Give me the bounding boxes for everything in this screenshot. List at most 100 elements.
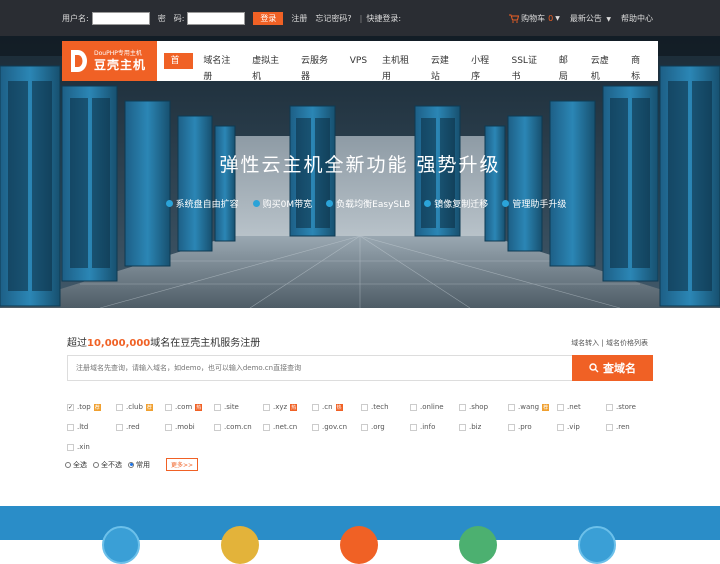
tld-checkbox[interactable]: .com.cn (214, 417, 263, 437)
tld-checkbox[interactable]: .pro (508, 417, 557, 437)
tld-checkbox[interactable]: .net (557, 397, 606, 417)
tld-checkbox[interactable]: .biz (459, 417, 508, 437)
announcements-dropdown[interactable]: 最新公告 ▼ (570, 13, 611, 24)
tld-badge: 热 (335, 403, 343, 411)
nav-item-cloud-vhost[interactable]: 云虚机 (586, 53, 621, 82)
domain-links[interactable]: 域名转入 | 域名价格列表 (571, 338, 648, 348)
service-icon[interactable] (459, 526, 497, 564)
login-button[interactable]: 登录 (253, 11, 284, 25)
checkbox-icon (459, 403, 466, 411)
checkbox-icon (508, 423, 515, 431)
checkbox-icon (361, 403, 368, 411)
tld-label: .top (77, 403, 91, 411)
service-icon[interactable] (578, 526, 616, 564)
tld-checkbox[interactable]: .wang 荐 (508, 397, 557, 417)
services-band (0, 506, 720, 564)
search-domain-button[interactable]: 查域名 (572, 355, 653, 381)
tld-checkbox[interactable]: ✓ .top 荐 (67, 397, 116, 417)
tld-checkbox[interactable]: .org (361, 417, 410, 437)
tld-checkbox[interactable]: .red (116, 417, 165, 437)
forgot-password-link[interactable]: 忘记密码? (315, 13, 351, 24)
hero-title: 弹性云主机全新功能 强势升级 (219, 154, 501, 176)
tld-label: .com (175, 403, 193, 411)
nav-item-mini-program[interactable]: 小程序 (466, 53, 501, 82)
feature-label: 管理助手升级 (512, 200, 567, 210)
tld-checkbox[interactable]: .mobi (165, 417, 214, 437)
cart-link[interactable]: 购物车 0 ▼ (509, 13, 560, 24)
feature-item: 购买0M带宽 (252, 197, 312, 210)
search-button-label: 查域名 (603, 362, 636, 375)
tld-checkbox[interactable]: .tech (361, 397, 410, 417)
tld-list: ✓ .top 荐 .club 荐 .com 热 .site .xyz 热 .cn 热 .tech .onl… (67, 397, 667, 457)
nav-item-site-builder[interactable]: 云建站 (426, 53, 461, 82)
tld-label: .xyz (273, 403, 288, 411)
tld-checkbox[interactable]: .site (214, 397, 263, 417)
tld-checkbox[interactable]: .xyz 热 (263, 397, 312, 417)
main-nav: DouPHP专用主机 豆壳主机 首页 域名注册 虚拟主机 云服务器 VPS 主机… (62, 41, 658, 82)
domain-search-input[interactable] (68, 356, 568, 380)
nav-item-home[interactable]: 首页 (164, 53, 194, 82)
tld-label: .gov.cn (322, 423, 348, 431)
service-icon[interactable] (221, 526, 259, 564)
radio-select-common[interactable]: 常用 (128, 460, 150, 470)
checkbox-icon (410, 423, 417, 431)
tld-checkbox[interactable]: .gov.cn (312, 417, 361, 437)
tld-checkbox[interactable]: .cn 热 (312, 397, 361, 417)
feature-label: 镜像复制迁移 (434, 200, 489, 210)
nav-menu: 首页 域名注册 虚拟主机 云服务器 VPS 主机租用 云建站 小程序 SSL证书… (164, 53, 658, 82)
radio-select-all[interactable]: 全选 (65, 460, 87, 470)
nav-item-mail[interactable]: 邮局 (554, 53, 581, 82)
checkbox-icon (116, 423, 123, 431)
tld-label: .store (616, 403, 636, 411)
tld-checkbox[interactable]: .xin (67, 437, 116, 457)
tld-checkbox[interactable]: .club 荐 (116, 397, 165, 417)
password-input[interactable] (187, 11, 246, 25)
service-icon[interactable] (340, 526, 378, 564)
logo[interactable]: DouPHP专用主机 豆壳主机 (62, 41, 158, 81)
nav-item-trademark[interactable]: 商标 (626, 53, 653, 82)
tld-checkbox[interactable]: .ren (606, 417, 655, 437)
logo-icon (71, 50, 87, 72)
nav-item-domain[interactable]: 域名注册 (198, 53, 242, 82)
tld-checkbox[interactable]: .store (606, 397, 655, 417)
tld-checkbox[interactable]: .shop (459, 397, 508, 417)
checkbox-icon (557, 423, 564, 431)
service-icon[interactable] (102, 526, 140, 564)
tld-badge: 热 (290, 403, 298, 411)
feature-item: 系统盘自由扩容 (165, 197, 239, 210)
tld-badge: 荐 (542, 403, 550, 411)
feature-label: 负载均衡EasySLB (336, 200, 411, 210)
nav-item-ssl[interactable]: SSL证书 (507, 53, 549, 82)
more-tlds-button[interactable]: 更多>> (166, 458, 199, 471)
register-link[interactable]: 注册 (291, 13, 307, 24)
nav-item-vps[interactable]: VPS (345, 53, 372, 69)
tld-checkbox[interactable]: .net.cn (263, 417, 312, 437)
tld-badge: 荐 (93, 403, 101, 411)
bullet-icon (165, 200, 173, 207)
tld-label: .biz (469, 423, 482, 431)
checkbox-icon (459, 423, 466, 431)
tld-checkbox[interactable]: .info (410, 417, 459, 437)
tld-label: .mobi (175, 423, 195, 431)
nav-item-host-rental[interactable]: 主机租用 (377, 53, 421, 82)
radio-circle (65, 461, 71, 468)
nav-item-cloud-server[interactable]: 云服务器 (296, 53, 340, 82)
checkbox-icon (263, 423, 270, 431)
nav-item-virtual-host[interactable]: 虚拟主机 (247, 53, 291, 82)
tld-label: .info (420, 423, 436, 431)
checkbox-icon (312, 423, 319, 431)
checkbox-icon (606, 403, 613, 411)
radio-select-none[interactable]: 全不选 (93, 460, 122, 470)
bullet-icon (502, 200, 510, 207)
help-center-link[interactable]: 帮助中心 (621, 13, 653, 24)
tld-checkbox[interactable]: .vip (557, 417, 606, 437)
checkbox-icon (508, 403, 515, 411)
tld-checkbox[interactable]: .ltd (67, 417, 116, 437)
tld-checkbox[interactable]: .online (410, 397, 459, 417)
checkbox-icon (165, 403, 172, 411)
checkbox-icon (165, 423, 172, 431)
username-input[interactable] (91, 11, 150, 25)
separator: | (359, 13, 363, 23)
tld-label: .vip (567, 423, 580, 431)
tld-checkbox[interactable]: .com 热 (165, 397, 214, 417)
